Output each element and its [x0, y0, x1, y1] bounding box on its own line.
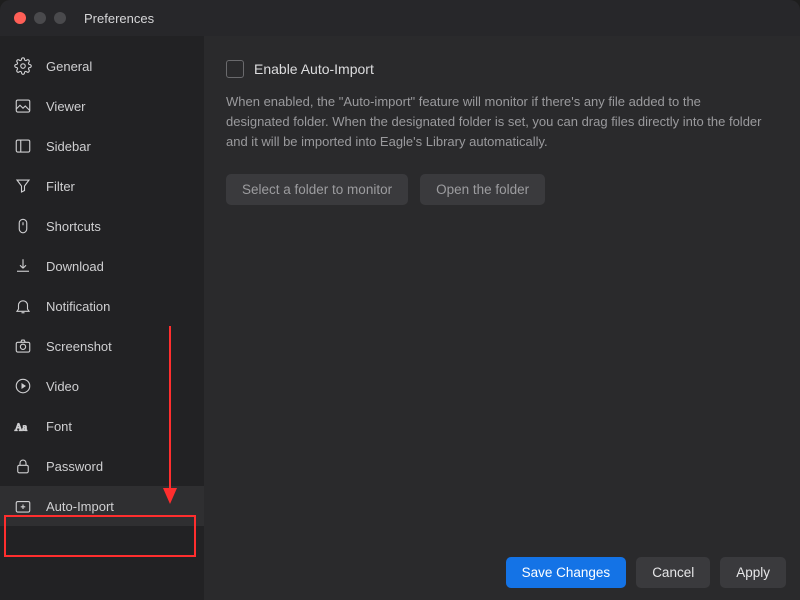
save-changes-button[interactable]: Save Changes: [506, 557, 627, 588]
download-icon: [14, 257, 32, 275]
sidebar-item-shortcuts[interactable]: Shortcuts: [0, 206, 204, 246]
sidebar-item-video[interactable]: Video: [0, 366, 204, 406]
apply-button[interactable]: Apply: [720, 557, 786, 588]
sidebar-item-password[interactable]: Password: [0, 446, 204, 486]
camera-icon: [14, 337, 32, 355]
mouse-icon: [14, 217, 32, 235]
enable-auto-import-label: Enable Auto-Import: [254, 61, 374, 77]
sidebar-item-viewer[interactable]: Viewer: [0, 86, 204, 126]
maximize-icon[interactable]: [54, 12, 66, 24]
sidebar-item-label: Sidebar: [46, 139, 91, 154]
sidebar-item-label: Screenshot: [46, 339, 112, 354]
open-folder-button[interactable]: Open the folder: [420, 174, 545, 205]
window-controls: [14, 12, 66, 24]
cancel-button[interactable]: Cancel: [636, 557, 710, 588]
bell-icon: [14, 297, 32, 315]
titlebar: Preferences: [0, 0, 800, 36]
sidebar-item-label: Password: [46, 459, 103, 474]
svg-text:Aa: Aa: [15, 423, 28, 434]
gear-icon: [14, 57, 32, 75]
sidebar-item-label: Video: [46, 379, 79, 394]
main-panel: Enable Auto-Import When enabled, the "Au…: [204, 36, 800, 600]
window-title: Preferences: [84, 11, 154, 26]
sidebar-item-label: Viewer: [46, 99, 86, 114]
sidebar-item-label: Download: [46, 259, 104, 274]
folder-import-icon: [14, 497, 32, 515]
sidebar-item-sidebar[interactable]: Sidebar: [0, 126, 204, 166]
image-icon: [14, 97, 32, 115]
footer-buttons: Save Changes Cancel Apply: [506, 557, 786, 588]
close-icon[interactable]: [14, 12, 26, 24]
auto-import-description: When enabled, the "Auto-import" feature …: [226, 92, 766, 152]
sidebar-item-notification[interactable]: Notification: [0, 286, 204, 326]
sidebar-item-label: Font: [46, 419, 72, 434]
lock-icon: [14, 457, 32, 475]
sidebar-item-label: Auto-Import: [46, 499, 114, 514]
sidebar: General Viewer Sidebar Filter Shortcuts: [0, 36, 204, 600]
font-icon: Aa: [14, 417, 32, 435]
sidebar-item-font[interactable]: Aa Font: [0, 406, 204, 446]
funnel-icon: [14, 177, 32, 195]
sidebar-item-download[interactable]: Download: [0, 246, 204, 286]
minimize-icon[interactable]: [34, 12, 46, 24]
sidebar-item-label: Shortcuts: [46, 219, 101, 234]
sidebar-item-label: Notification: [46, 299, 110, 314]
sidebar-item-filter[interactable]: Filter: [0, 166, 204, 206]
sidebar-item-label: General: [46, 59, 92, 74]
select-folder-button[interactable]: Select a folder to monitor: [226, 174, 408, 205]
sidebar-item-general[interactable]: General: [0, 46, 204, 86]
enable-auto-import-checkbox[interactable]: [226, 60, 244, 78]
sidebar-item-screenshot[interactable]: Screenshot: [0, 326, 204, 366]
sidebar-item-label: Filter: [46, 179, 75, 194]
panel-icon: [14, 137, 32, 155]
sidebar-item-auto-import[interactable]: Auto-Import: [0, 486, 204, 526]
play-circle-icon: [14, 377, 32, 395]
